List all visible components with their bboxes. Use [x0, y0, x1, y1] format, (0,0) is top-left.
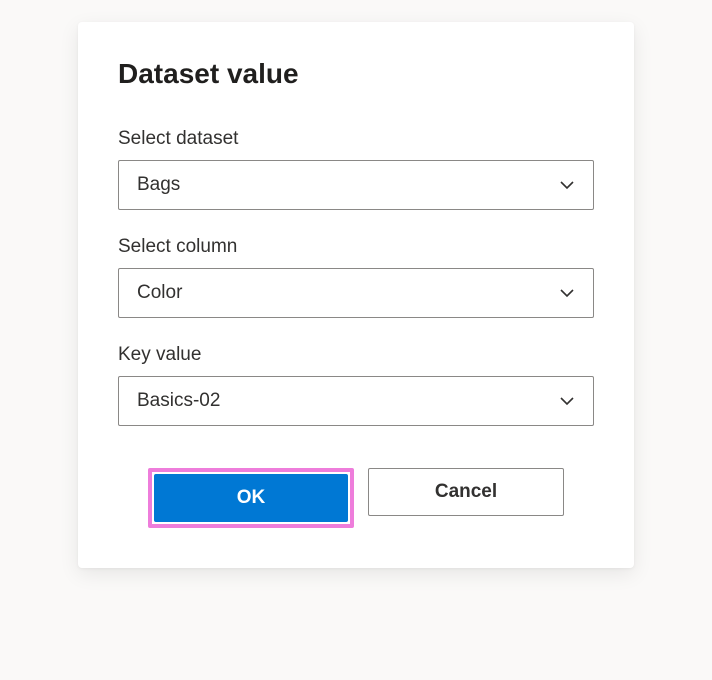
select-dataset-label: Select dataset — [118, 128, 594, 150]
key-value-dropdown[interactable]: Basics-02 — [118, 376, 594, 426]
select-dataset-value: Bags — [137, 174, 180, 196]
key-value-label: Key value — [118, 344, 594, 366]
cancel-button[interactable]: Cancel — [368, 468, 564, 516]
chevron-down-icon — [557, 283, 577, 303]
select-column-field: Select column Color — [118, 236, 594, 318]
select-column-label: Select column — [118, 236, 594, 258]
dialog-title: Dataset value — [118, 58, 594, 90]
ok-button[interactable]: OK — [154, 474, 348, 522]
select-dataset-dropdown[interactable]: Bags — [118, 160, 594, 210]
select-column-dropdown[interactable]: Color — [118, 268, 594, 318]
ok-button-highlight: OK — [148, 468, 354, 528]
chevron-down-icon — [557, 391, 577, 411]
key-value-value: Basics-02 — [137, 390, 220, 412]
chevron-down-icon — [557, 175, 577, 195]
select-column-value: Color — [137, 282, 182, 304]
key-value-field: Key value Basics-02 — [118, 344, 594, 426]
dialog-button-row: OK Cancel — [118, 468, 594, 528]
dataset-value-dialog: Dataset value Select dataset Bags Select… — [78, 22, 634, 568]
select-dataset-field: Select dataset Bags — [118, 128, 594, 210]
